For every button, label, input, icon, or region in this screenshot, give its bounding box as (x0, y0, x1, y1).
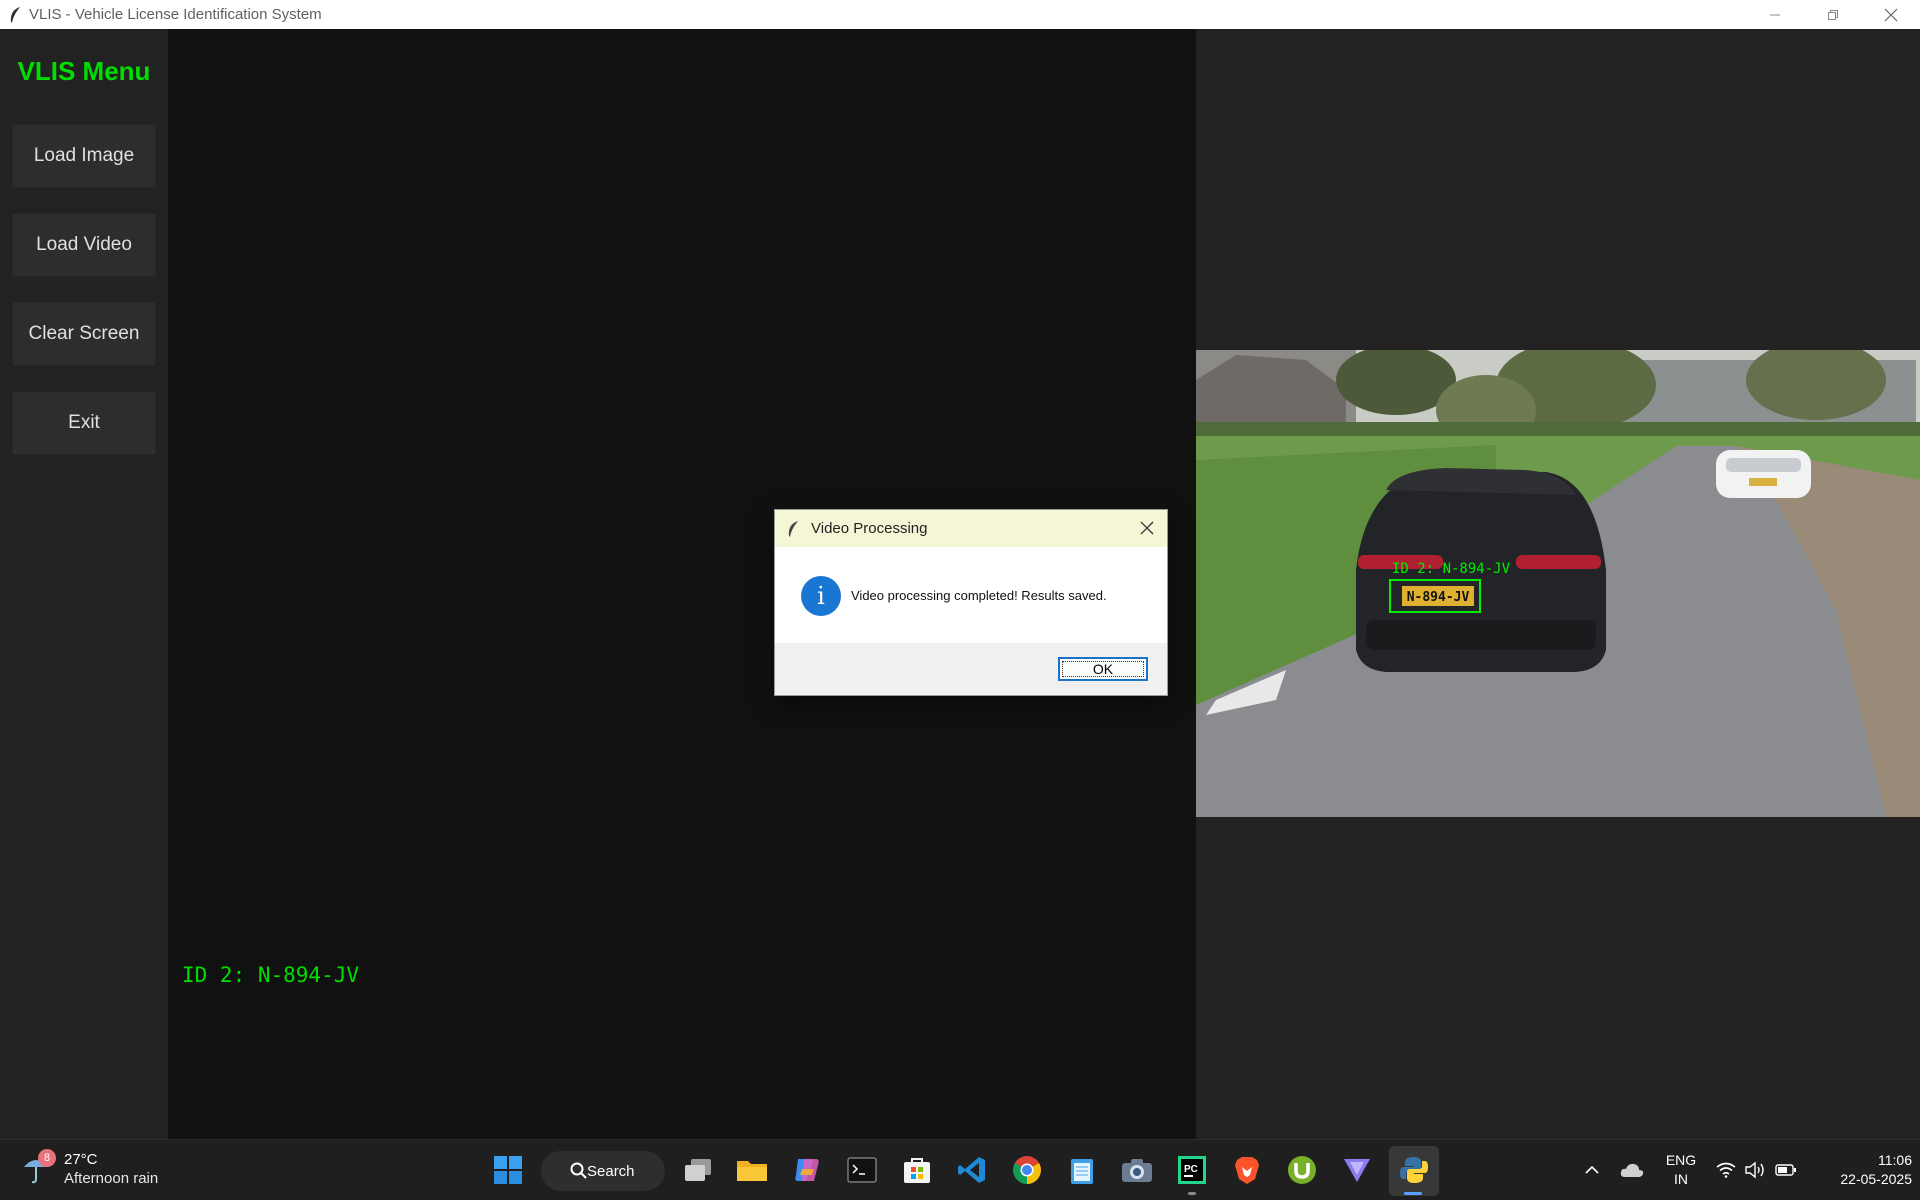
volume-icon[interactable] (1740, 1152, 1772, 1188)
onedrive-icon[interactable] (1614, 1152, 1650, 1188)
dialog-body: i Video processing completed! Results sa… (775, 547, 1167, 644)
brave-icon[interactable] (1229, 1152, 1265, 1188)
dialog-title: Video Processing (811, 520, 928, 537)
weather-condition: Afternoon rain (64, 1170, 159, 1187)
load-image-button[interactable]: Load Image (12, 124, 156, 188)
pycharm-running-indicator (1188, 1192, 1196, 1195)
language-indicator-line1[interactable]: ENG (1660, 1151, 1702, 1170)
task-view-icon[interactable] (680, 1152, 716, 1188)
weather-widget[interactable]: 8 27°C Afternoon rain (22, 1149, 159, 1188)
python-active-indicator (1404, 1192, 1422, 1195)
window-titlebar: VLIS - Vehicle License Identification Sy… (0, 0, 1920, 29)
vscode-icon[interactable] (954, 1152, 990, 1188)
clear-screen-button[interactable]: Clear Screen (12, 302, 156, 366)
minimize-button[interactable] (1746, 0, 1804, 29)
dialog-titlebar: Video Processing (775, 510, 1167, 547)
weather-badge: 8 (38, 1149, 56, 1167)
video-frame: N-894-JV ID 2: N-894-JV (1196, 350, 1920, 817)
window-title: VLIS - Vehicle License Identification Sy… (29, 6, 322, 23)
language-indicator-line2[interactable]: IN (1660, 1170, 1702, 1189)
video-processing-dialog: Video Processing i Video processing comp… (774, 509, 1168, 696)
menu-title: VLIS Menu (17, 56, 151, 86)
camera-icon[interactable] (1119, 1152, 1155, 1188)
restore-icon (1828, 9, 1838, 20)
clock-date[interactable]: 22-05-2025 (1812, 1170, 1912, 1189)
notepad-icon[interactable] (1064, 1152, 1100, 1188)
video-scene: N-894-JV ID 2: N-894-JV (1196, 350, 1920, 817)
taskbar: 8 27°C Afternoon rain Search PC ENG IN 1… (0, 1139, 1920, 1200)
start-icon[interactable] (490, 1152, 526, 1188)
wifi-icon[interactable] (1710, 1152, 1742, 1188)
dialog-message: Video processing completed! Results save… (851, 588, 1107, 603)
detected-plate-text: ID 2: N-894-JV (182, 963, 360, 987)
search-label: Search (587, 1162, 635, 1180)
vpn-icon[interactable] (1339, 1152, 1375, 1188)
load-video-button[interactable]: Load Video (12, 213, 156, 277)
chrome-icon[interactable] (1009, 1152, 1045, 1188)
video-panel: N-894-JV ID 2: N-894-JV (1196, 29, 1920, 1139)
feather-icon (775, 520, 811, 538)
python-icon[interactable] (1396, 1152, 1432, 1188)
search-icon (570, 1162, 587, 1179)
copilot-icon[interactable] (789, 1152, 825, 1188)
restore-button[interactable] (1804, 0, 1862, 29)
exit-button[interactable]: Exit (12, 391, 156, 455)
plate-text-in-video: N-894-JV (1407, 590, 1470, 605)
umbrella-icon: 8 (22, 1149, 56, 1187)
search-box[interactable]: Search (541, 1151, 665, 1191)
sidebar-menu: VLIS Menu Load Image Load Video Clear Sc… (0, 29, 168, 1139)
pycharm-icon[interactable]: PC (1174, 1152, 1210, 1188)
feather-icon (0, 0, 29, 29)
svg-text:PC: PC (1184, 1164, 1198, 1175)
weather-temperature: 27°C (64, 1151, 98, 1168)
close-icon (1884, 8, 1898, 21)
ok-button[interactable]: OK (1058, 657, 1148, 681)
info-icon: i (801, 575, 841, 616)
clock-time[interactable]: 11:06 (1812, 1151, 1912, 1170)
utorrent-icon[interactable] (1284, 1152, 1320, 1188)
file-explorer-icon[interactable] (734, 1152, 770, 1188)
terminal-icon[interactable] (844, 1152, 880, 1188)
battery-icon[interactable] (1770, 1152, 1802, 1188)
minimize-icon (1770, 14, 1780, 15)
microsoft-store-icon[interactable] (899, 1152, 935, 1188)
dialog-footer: OK (775, 643, 1167, 695)
chevron-up-icon[interactable] (1574, 1152, 1610, 1188)
detection-label: ID 2: N-894-JV (1392, 561, 1511, 577)
close-button[interactable] (1862, 0, 1920, 29)
dialog-close-button[interactable] (1135, 516, 1159, 540)
close-icon (1140, 521, 1154, 535)
